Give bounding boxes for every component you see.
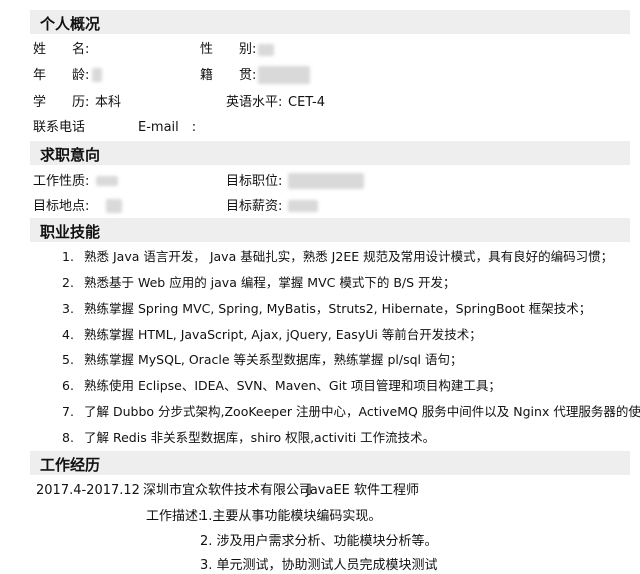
skill-item: 1. 熟悉 Java 语言开发， Java 基础扎实，熟悉 J2EE 规范及常用设…: [62, 249, 613, 265]
education-value: 本科: [95, 95, 122, 110]
skill-text: 熟悉 Java 语言开发， Java 基础扎实，熟悉 J2EE 规范及常用设计模…: [84, 249, 614, 264]
skill-item: 2. 熟悉基于 Web 应用的 java 编程，掌握 MVC 模式下的 B/S 开…: [62, 275, 456, 291]
section-title: 职业技能: [40, 223, 101, 241]
skill-number: 2.: [62, 275, 74, 290]
section-title: 工作经历: [40, 456, 101, 474]
gender-label: 性 别:: [200, 42, 257, 57]
education-label: 学 历:: [33, 95, 90, 110]
skill-item: 3. 熟练掌握 Spring MVC, Spring, MyBatis，Strut…: [62, 301, 591, 317]
skill-number: 3.: [62, 301, 74, 316]
skill-item: 8. 了解 Redis 非关系型数据库，shiro 权限,activiti 工作流…: [62, 430, 435, 446]
skill-number: 7.: [62, 404, 74, 419]
target-salary-label: 目标薪资:: [226, 199, 283, 214]
company-name: 深圳市宜众软件技术有限公司: [143, 483, 313, 498]
target-position-label: 目标职位:: [226, 174, 283, 189]
skill-number: 6.: [62, 378, 74, 393]
section-header-intent: 求职意向: [30, 141, 630, 165]
section-title: 求职意向: [40, 146, 101, 164]
native-place-label: 籍 贯:: [200, 68, 257, 83]
skill-text: 熟练掌握 Spring MVC, Spring, MyBatis，Struts2…: [84, 301, 592, 316]
skill-text: 熟悉基于 Web 应用的 java 编程，掌握 MVC 模式下的 B/S 开发；: [84, 275, 456, 290]
age-redacted: [92, 68, 102, 82]
email-label: E-mail :: [138, 120, 197, 135]
target-location-label: 目标地点:: [33, 199, 90, 214]
section-header-skills: 职业技能: [30, 218, 630, 242]
skill-item: 6. 熟练使用 Eclipse、IDEA、SVN、Maven、Git 项目管理和项…: [62, 378, 501, 394]
target-location-redacted: [106, 199, 122, 213]
skill-text: 熟练掌握 MySQL, Oracle 等关系型数据库，熟练掌握 pl/sql 语…: [84, 352, 463, 367]
skill-text: 了解 Dubbo 分步式架构,ZooKeeper 注册中心，ActiveMQ 服…: [84, 404, 640, 419]
section-header-personal: 个人概况: [30, 10, 630, 34]
skill-text: 熟练使用 Eclipse、IDEA、SVN、Maven、Git 项目管理和项目构…: [84, 378, 501, 393]
skill-item: 5. 熟练掌握 MySQL, Oracle 等关系型数据库，熟练掌握 pl/sql…: [62, 352, 462, 368]
skill-item: 7. 了解 Dubbo 分步式架构,ZooKeeper 注册中心，ActiveMQ…: [62, 404, 640, 420]
job-description-item: 1.主要从事功能模块编码实现。: [200, 509, 382, 524]
skill-text: 熟练掌握 HTML, JavaScript, Ajax, jQuery, Eas…: [84, 327, 482, 342]
skill-text: 了解 Redis 非关系型数据库，shiro 权限,activiti 工作流技术…: [84, 430, 436, 445]
skill-item: 4. 熟练掌握 HTML, JavaScript, Ajax, jQuery, E…: [62, 327, 482, 343]
job-title: JavaEE 软件工程师: [306, 483, 420, 498]
gender-redacted: [258, 44, 274, 56]
target-position-redacted: [288, 173, 364, 189]
english-level-label: 英语水平:: [226, 95, 283, 110]
skill-number: 8.: [62, 430, 74, 445]
phone-label: 联系电话: [33, 120, 86, 135]
work-nature-label: 工作性质:: [33, 174, 90, 189]
job-period: 2017.4-2017.12: [36, 483, 140, 498]
skill-number: 4.: [62, 327, 74, 342]
job-description-item: 3. 单元测试，协助测试人员完成模块测试: [200, 558, 438, 573]
english-level-value: CET-4: [288, 95, 326, 110]
work-nature-redacted: [96, 176, 118, 186]
skill-number: 1.: [62, 249, 74, 264]
native-place-redacted: [258, 66, 310, 84]
target-salary-redacted: [288, 200, 318, 212]
age-label: 年 龄:: [33, 68, 90, 83]
job-description-item: 2. 涉及用户需求分析、功能模块分析等。: [200, 534, 438, 549]
section-title: 个人概况: [40, 15, 101, 33]
skill-number: 5.: [62, 352, 74, 367]
section-header-experience: 工作经历: [30, 451, 630, 475]
job-description-label: 工作描述:: [146, 509, 203, 524]
name-label: 姓 名:: [33, 42, 90, 57]
